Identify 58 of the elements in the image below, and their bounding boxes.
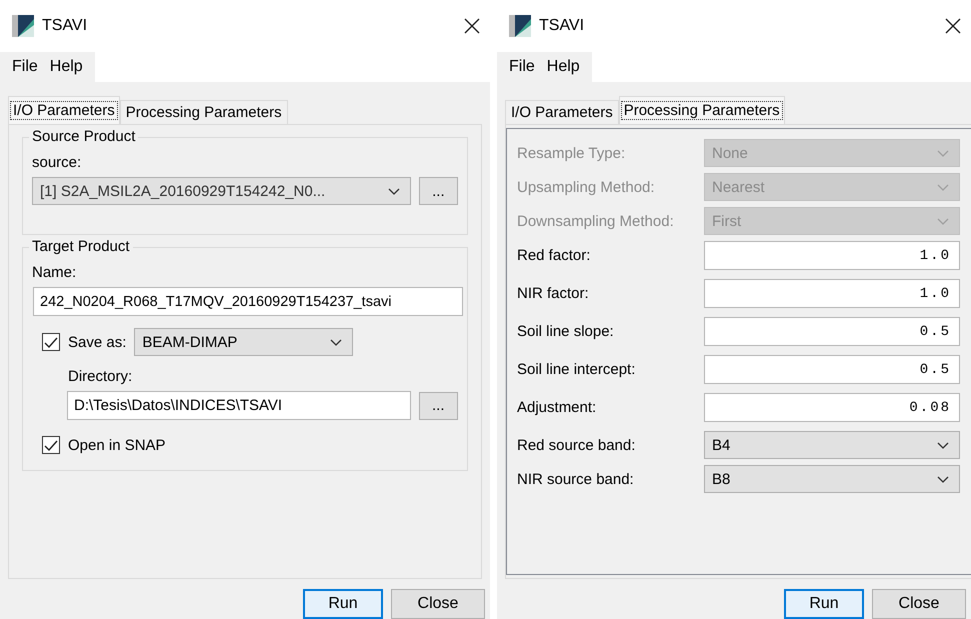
number-field[interactable]: 1.0 <box>704 279 960 308</box>
chevron-icon <box>937 184 949 190</box>
menu-item[interactable]: File <box>503 58 541 76</box>
window-title: TSAVI <box>539 17 586 35</box>
number-field[interactable]: 0.08 <box>704 393 960 422</box>
app-logo-icon <box>509 15 531 37</box>
browse-button[interactable]: ... <box>418 392 458 420</box>
field-label: Soil line intercept: <box>517 361 636 378</box>
field-label: Red factor: <box>517 247 592 264</box>
checkbox[interactable] <box>42 333 60 351</box>
tab[interactable]: Processing Parameters <box>618 96 785 124</box>
run-button[interactable]: Run <box>784 589 864 619</box>
format-dropdown[interactable]: BEAM-DIMAP <box>134 328 354 356</box>
menu-item[interactable]: File <box>6 58 44 76</box>
field-label: source: <box>32 154 82 171</box>
number-field[interactable]: 0.5 <box>704 355 960 384</box>
browse-button[interactable]: ... <box>418 177 458 205</box>
checkmark-icon <box>44 438 58 452</box>
checkmark-icon <box>44 336 58 348</box>
group-title: Target Product <box>29 238 133 255</box>
checkbox-label: Save as: <box>68 334 126 350</box>
field-label: Resample Type: <box>517 144 626 162</box>
chevron-icon <box>330 338 342 346</box>
field-label: Red source band: <box>517 436 636 454</box>
name-field[interactable]: 242_N0204_R068_T17MQV_20160929T154237_tsavi <box>33 287 463 316</box>
menu-item[interactable]: Help <box>44 58 89 76</box>
app-logo-icon <box>12 15 34 37</box>
tab[interactable]: I/O Parameters <box>505 100 619 124</box>
window-title: TSAVI <box>42 17 88 35</box>
field-label: Downsampling Method: <box>517 212 675 230</box>
field-label: Soil line slope: <box>517 323 615 340</box>
menu-item[interactable]: Help <box>540 58 586 76</box>
close-button[interactable]: Close <box>872 589 966 619</box>
close-button[interactable]: Close <box>391 589 485 619</box>
field-label: Upsampling Method: <box>517 178 656 196</box>
chevron-icon <box>388 188 400 194</box>
field-label: NIR source band: <box>517 470 635 488</box>
source-dropdown[interactable]: [1] S2A_MSIL2A_20160929T154242_N0... <box>32 177 411 205</box>
chevron-icon <box>937 218 949 224</box>
close-icon[interactable] <box>464 18 480 34</box>
field-label: Name: <box>32 264 78 281</box>
directory-field[interactable]: D:\Tesis\Datos\INDICES\TSAVI <box>67 391 411 420</box>
field-label: Directory: <box>68 368 134 385</box>
field-label: Adjustment: <box>517 399 598 416</box>
tab[interactable]: I/O Parameters <box>8 96 120 124</box>
close-icon[interactable] <box>945 18 961 34</box>
run-button[interactable]: Run <box>303 589 383 619</box>
chevron-icon <box>937 442 949 448</box>
chevron-icon <box>937 150 949 156</box>
chevron-icon <box>937 476 949 482</box>
checkbox[interactable] <box>42 436 60 454</box>
field-label: NIR factor: <box>517 285 590 302</box>
checkbox-label: Open in SNAP <box>68 436 166 454</box>
dropdown[interactable]: B8 <box>704 465 960 493</box>
number-field[interactable]: 1.0 <box>704 241 960 270</box>
dropdown[interactable]: B4 <box>704 431 960 459</box>
tab[interactable]: Processing Parameters <box>120 100 288 124</box>
number-field[interactable]: 0.5 <box>704 317 960 346</box>
